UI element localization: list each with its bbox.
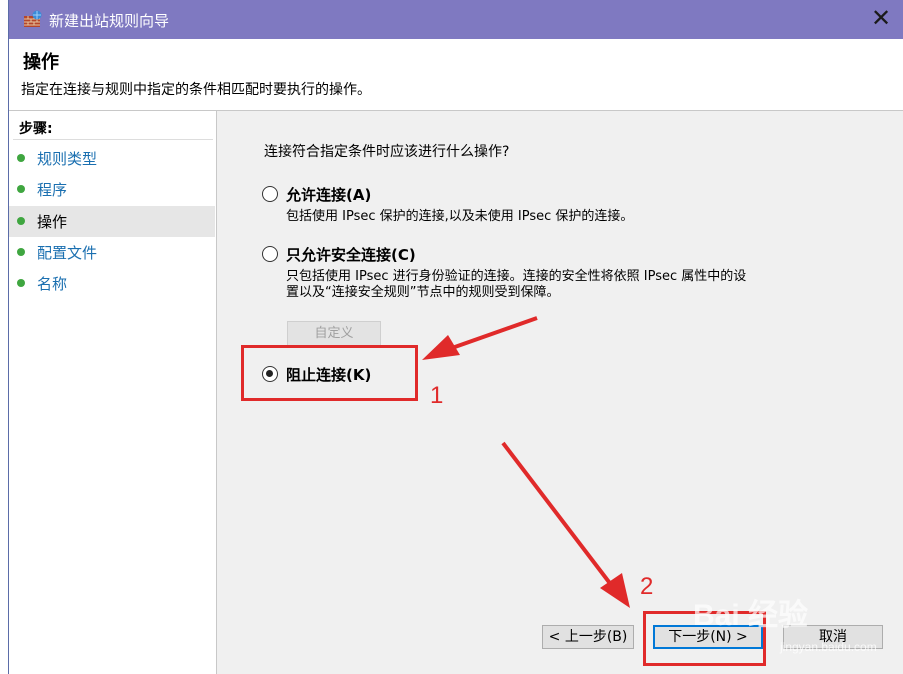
step-program[interactable]: 程序	[9, 174, 215, 205]
customize-button[interactable]: 自定义	[287, 321, 381, 347]
step-action[interactable]: 操作	[9, 206, 215, 237]
steps-title: 步骤:	[19, 121, 53, 137]
block-connection-label[interactable]: 阻止连接(K)	[286, 364, 371, 385]
step-label: 名称	[37, 275, 68, 293]
action-question: 连接符合指定条件时应该进行什么操作?	[264, 144, 510, 160]
title-bar: 新建出站规则向导 ✕	[9, 0, 903, 39]
close-icon[interactable]: ✕	[867, 5, 895, 33]
allow-secure-radio[interactable]	[262, 246, 278, 262]
block-connection-radio[interactable]	[262, 366, 278, 382]
steps-panel: 步骤: 规则类型 程序 操作 配置文件 名称	[9, 111, 217, 674]
back-button[interactable]: < 上一步(B)	[542, 625, 634, 649]
allow-connection-label[interactable]: 允许连接(A)	[286, 184, 371, 205]
window-title: 新建出站规则向导	[49, 12, 170, 30]
allow-secure-desc-line1: 只包括使用 IPsec 进行身份验证的连接。连接的安全性将依照 IPsec 属性…	[286, 269, 747, 284]
firewall-icon	[23, 10, 43, 28]
step-profile[interactable]: 配置文件	[9, 237, 215, 268]
page-description: 指定在连接与规则中指定的条件相匹配时要执行的操作。	[21, 82, 371, 98]
baidu-watermark: Bai 经验	[693, 599, 809, 632]
step-rule-type[interactable]: 规则类型	[9, 143, 215, 174]
annotation-number-2: 2	[640, 573, 654, 600]
annotation-number-1: 1	[430, 382, 444, 409]
allow-connection-desc: 包括使用 IPsec 保护的连接,以及未使用 IPsec 保护的连接。	[286, 209, 634, 224]
page-title: 操作	[23, 52, 59, 73]
allow-secure-desc-line2: 置以及“连接安全规则”节点中的规则受到保障。	[286, 285, 560, 300]
step-bullet-icon	[17, 279, 25, 287]
step-bullet-icon	[17, 248, 25, 256]
step-label: 规则类型	[37, 150, 98, 168]
step-label: 配置文件	[37, 244, 98, 262]
step-name[interactable]: 名称	[9, 268, 215, 299]
steps-divider	[13, 139, 213, 140]
step-bullet-icon	[17, 217, 25, 225]
allow-connection-radio[interactable]	[262, 186, 278, 202]
step-label: 程序	[37, 181, 68, 199]
baidu-watermark-url: jingyan.baidu.com	[780, 640, 877, 654]
step-label: 操作	[37, 213, 68, 231]
allow-secure-label[interactable]: 只允许安全连接(C)	[286, 244, 416, 265]
wizard-dialog: 新建出站规则向导 ✕ 操作 指定在连接与规则中指定的条件相匹配时要执行的操作。 …	[8, 0, 903, 674]
page-header: 操作 指定在连接与规则中指定的条件相匹配时要执行的操作。	[9, 39, 903, 111]
step-bullet-icon	[17, 154, 25, 162]
step-bullet-icon	[17, 185, 25, 193]
